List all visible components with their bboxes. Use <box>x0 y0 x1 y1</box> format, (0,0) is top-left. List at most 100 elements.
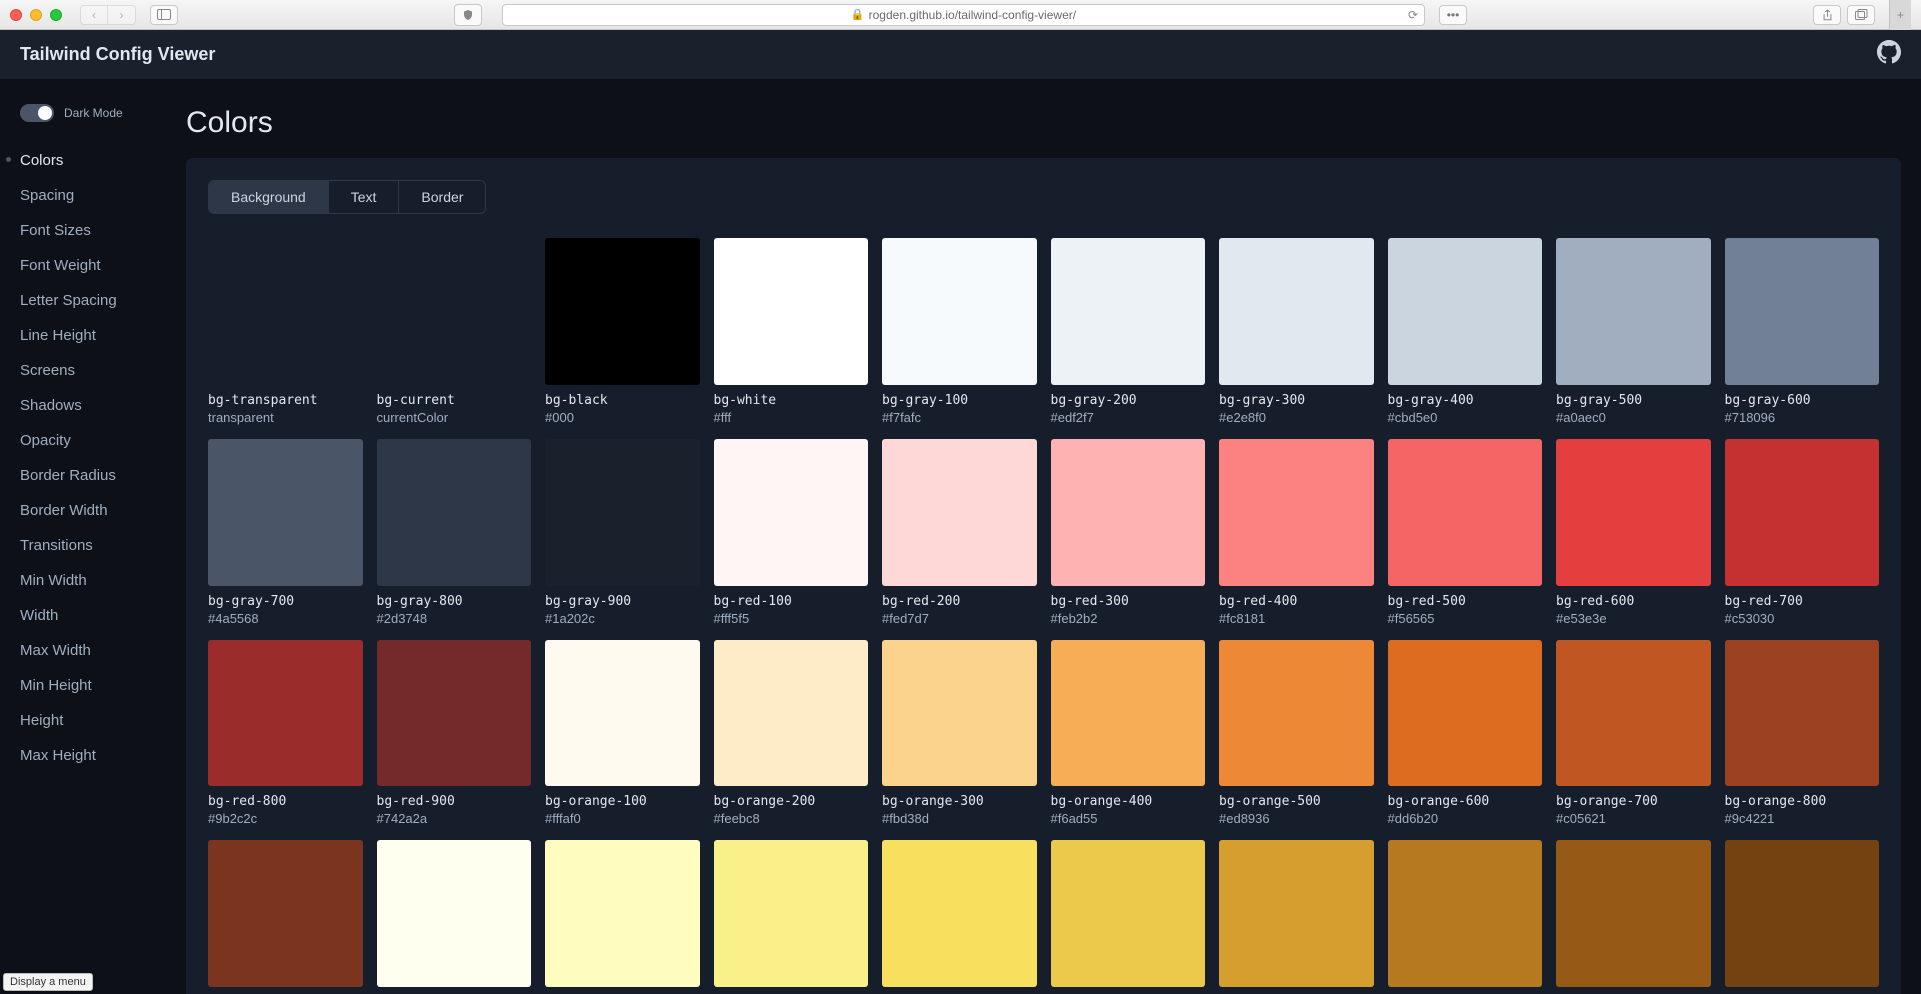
swatch-bg-transparent[interactable]: bg-transparenttransparent <box>208 238 363 425</box>
swatch-bg-yellow-800[interactable]: bg-yellow-800#975a16 <box>1556 840 1711 994</box>
swatch-bg-gray-700[interactable]: bg-gray-700#4a5568 <box>208 439 363 626</box>
sidebar-item-height[interactable]: Height <box>20 710 186 731</box>
swatch-bg-red-900[interactable]: bg-red-900#742a2a <box>377 640 532 827</box>
window-close-button[interactable] <box>10 9 22 21</box>
swatch-bg-yellow-900[interactable]: bg-yellow-900#744210 <box>1725 840 1880 994</box>
swatch-hex: #fff5f5 <box>714 611 869 626</box>
tabs-button[interactable] <box>1847 5 1875 25</box>
swatch-name: bg-red-100 <box>714 594 869 609</box>
sidebar-item-border-radius[interactable]: Border Radius <box>20 465 186 486</box>
swatch-bg-current[interactable]: bg-currentcurrentColor <box>377 238 532 425</box>
swatch-bg-orange-300[interactable]: bg-orange-300#fbd38d <box>882 640 1037 827</box>
swatch-bg-orange-800[interactable]: bg-orange-800#9c4221 <box>1725 640 1880 827</box>
swatch-name: bg-red-500 <box>1388 594 1543 609</box>
share-button[interactable] <box>1813 5 1841 25</box>
dark-mode-toggle[interactable] <box>20 104 54 122</box>
swatch-bg-yellow-500[interactable]: bg-yellow-500#ecc94b <box>1051 840 1206 994</box>
swatch-name: bg-gray-900 <box>545 594 700 609</box>
window-minimize-button[interactable] <box>30 9 42 21</box>
sidebar-item-border-width[interactable]: Border Width <box>20 500 186 521</box>
swatch-bg-red-800[interactable]: bg-red-800#9b2c2c <box>208 640 363 827</box>
sidebar-item-spacing[interactable]: Spacing <box>20 185 186 206</box>
swatch-hex: transparent <box>208 410 363 425</box>
swatch-bg-yellow-700[interactable]: bg-yellow-700#b7791f <box>1388 840 1543 994</box>
swatch-bg-red-200[interactable]: bg-red-200#fed7d7 <box>882 439 1037 626</box>
swatch-bg-orange-600[interactable]: bg-orange-600#dd6b20 <box>1388 640 1543 827</box>
reader-extension-button[interactable] <box>454 4 482 26</box>
swatch-hex: #feb2b2 <box>1051 611 1206 626</box>
swatch-bg-white[interactable]: bg-white#fff <box>714 238 869 425</box>
sidebar-item-opacity[interactable]: Opacity <box>20 430 186 451</box>
sidebar-item-line-height[interactable]: Line Height <box>20 325 186 346</box>
swatch-hex: #fff <box>714 410 869 425</box>
swatch-bg-black[interactable]: bg-black#000 <box>545 238 700 425</box>
app-header: Tailwind Config Viewer <box>0 30 1921 80</box>
swatch-color-box <box>208 640 363 787</box>
tab-background[interactable]: Background <box>209 181 329 213</box>
url-bar[interactable]: 🔒 rogden.github.io/tailwind-config-viewe… <box>502 4 1425 26</box>
swatch-bg-red-700[interactable]: bg-red-700#c53030 <box>1725 439 1880 626</box>
swatch-bg-yellow-400[interactable]: bg-yellow-400#f6e05e <box>882 840 1037 994</box>
tab-border[interactable]: Border <box>399 181 485 213</box>
sidebar-item-font-weight[interactable]: Font Weight <box>20 255 186 276</box>
page-actions-button[interactable]: ••• <box>1439 5 1467 25</box>
sidebar-item-screens[interactable]: Screens <box>20 360 186 381</box>
sidebar-item-min-width[interactable]: Min Width <box>20 570 186 591</box>
swatch-color-box <box>208 840 363 987</box>
swatch-bg-gray-800[interactable]: bg-gray-800#2d3748 <box>377 439 532 626</box>
swatch-bg-red-300[interactable]: bg-red-300#feb2b2 <box>1051 439 1206 626</box>
sidebar-item-width[interactable]: Width <box>20 605 186 626</box>
swatch-color-box <box>1219 840 1374 987</box>
swatch-bg-red-500[interactable]: bg-red-500#f56565 <box>1388 439 1543 626</box>
swatch-bg-gray-600[interactable]: bg-gray-600#718096 <box>1725 238 1880 425</box>
window-maximize-button[interactable] <box>50 9 62 21</box>
sidebar-item-letter-spacing[interactable]: Letter Spacing <box>20 290 186 311</box>
swatch-color-box <box>1219 439 1374 586</box>
swatch-bg-yellow-300[interactable]: bg-yellow-300#faf089 <box>714 840 869 994</box>
sidebar-item-transitions[interactable]: Transitions <box>20 535 186 556</box>
swatch-bg-gray-400[interactable]: bg-gray-400#cbd5e0 <box>1388 238 1543 425</box>
swatch-bg-gray-500[interactable]: bg-gray-500#a0aec0 <box>1556 238 1711 425</box>
swatch-bg-red-600[interactable]: bg-red-600#e53e3e <box>1556 439 1711 626</box>
swatch-bg-gray-200[interactable]: bg-gray-200#edf2f7 <box>1051 238 1206 425</box>
sidebar-item-max-height[interactable]: Max Height <box>20 745 186 766</box>
swatch-color-box <box>882 640 1037 787</box>
swatch-bg-yellow-200[interactable]: bg-yellow-200#fefcbf <box>545 840 700 994</box>
sidebar-item-colors[interactable]: Colors <box>20 150 186 171</box>
forward-button[interactable]: › <box>108 5 136 25</box>
status-tooltip: Display a menu <box>3 973 93 991</box>
swatch-name: bg-gray-200 <box>1051 393 1206 408</box>
swatch-name: bg-gray-100 <box>882 393 1037 408</box>
swatch-color-box <box>208 439 363 586</box>
page-title: Colors <box>186 106 1901 140</box>
sidebar-item-shadows[interactable]: Shadows <box>20 395 186 416</box>
swatch-bg-orange-100[interactable]: bg-orange-100#fffaf0 <box>545 640 700 827</box>
sidebar-item-max-width[interactable]: Max Width <box>20 640 186 661</box>
swatch-bg-orange-500[interactable]: bg-orange-500#ed8936 <box>1219 640 1374 827</box>
app-title: Tailwind Config Viewer <box>20 44 215 65</box>
sidebar-toggle-button[interactable] <box>150 5 178 25</box>
swatch-bg-orange-200[interactable]: bg-orange-200#feebc8 <box>714 640 869 827</box>
sidebar-item-font-sizes[interactable]: Font Sizes <box>20 220 186 241</box>
reload-button[interactable]: ⟳ <box>1408 8 1418 22</box>
swatch-color-box <box>545 238 700 385</box>
sidebar-item-min-height[interactable]: Min Height <box>20 675 186 696</box>
swatch-bg-gray-100[interactable]: bg-gray-100#f7fafc <box>882 238 1037 425</box>
github-link[interactable] <box>1877 40 1901 69</box>
new-tab-button[interactable]: + <box>1889 0 1911 30</box>
sidebar-nav: Colors Spacing Font Sizes Font Weight Letter… <box>20 150 186 766</box>
swatch-bg-yellow-600[interactable]: bg-yellow-600#d69e2e <box>1219 840 1374 994</box>
swatch-hex: currentColor <box>377 410 532 425</box>
swatch-bg-gray-300[interactable]: bg-gray-300#e2e8f0 <box>1219 238 1374 425</box>
dark-mode-label: Dark Mode <box>64 106 123 120</box>
tab-text[interactable]: Text <box>329 181 400 213</box>
swatch-bg-yellow-100[interactable]: bg-yellow-100#fffff0 <box>377 840 532 994</box>
swatch-bg-orange-400[interactable]: bg-orange-400#f6ad55 <box>1051 640 1206 827</box>
swatch-bg-orange-700[interactable]: bg-orange-700#c05621 <box>1556 640 1711 827</box>
swatch-bg-gray-900[interactable]: bg-gray-900#1a202c <box>545 439 700 626</box>
swatch-bg-red-400[interactable]: bg-red-400#fc8181 <box>1219 439 1374 626</box>
back-button[interactable]: ‹ <box>80 5 108 25</box>
swatch-bg-red-100[interactable]: bg-red-100 #fff5f5 <box>714 439 869 626</box>
swatch-hex: #ed8936 <box>1219 811 1374 826</box>
swatch-bg-orange-900[interactable]: bg-orange-900#7b341e <box>208 840 363 994</box>
